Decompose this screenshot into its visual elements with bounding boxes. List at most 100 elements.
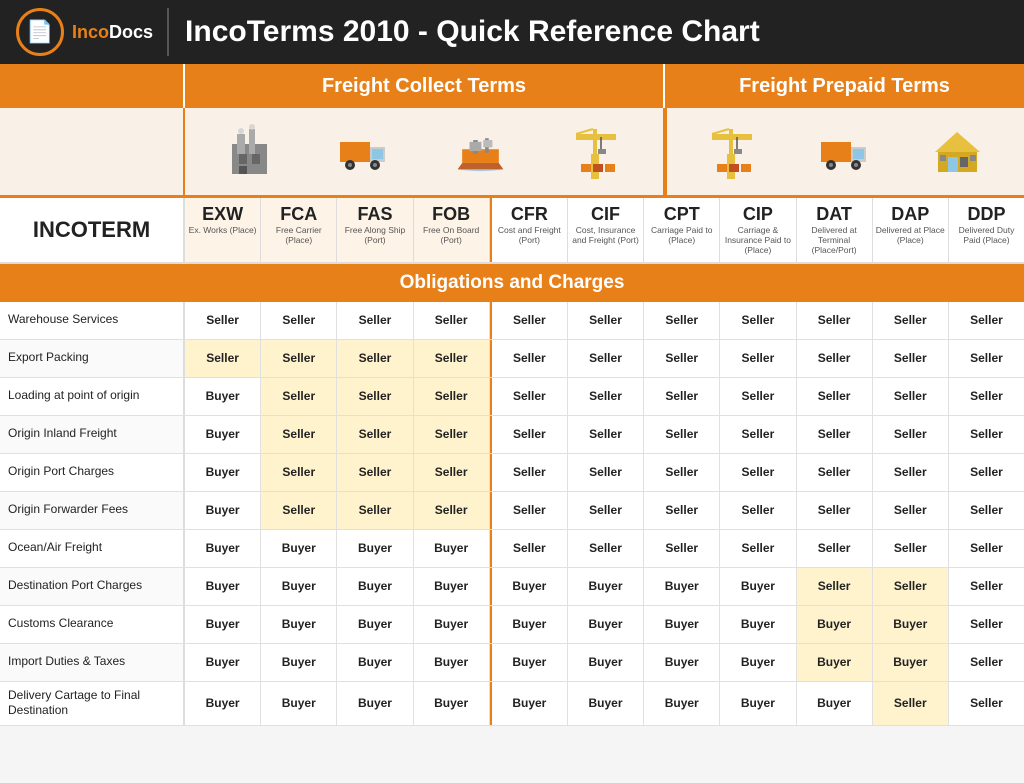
cell-buyer: Buyer: [492, 568, 568, 605]
cell-seller: Seller: [949, 568, 1024, 605]
incoterm-code-ddp: DDPDelivered Duty Paid (Place): [949, 198, 1024, 262]
cell-buyer: Buyer: [185, 682, 261, 725]
incoterm-code-dap: DAPDelivered at Place (Place): [873, 198, 949, 262]
incoterm-code-fca: FCAFree Carrier (Place): [261, 198, 337, 262]
incoterm-code-cpt: CPTCarriage Paid to (Place): [644, 198, 720, 262]
warehouse-illustration: [930, 127, 985, 177]
cell-seller: Seller: [568, 340, 644, 377]
row-cells: SellerSellerSellerSellerSellerSellerSell…: [185, 302, 1024, 339]
prepaid-crane-illustration: [707, 124, 757, 179]
cell-seller: Seller: [873, 454, 949, 491]
cell-seller: Seller: [492, 530, 568, 567]
collect-illustrations: [185, 108, 665, 195]
page-title: IncoTerms 2010 - Quick Reference Chart: [185, 15, 760, 49]
cell-buyer: Buyer: [185, 454, 261, 491]
freight-header: Freight Collect Terms Freight Prepaid Te…: [0, 64, 1024, 108]
row-label: Origin Inland Freight: [0, 416, 185, 453]
cell-seller: Seller: [873, 682, 949, 725]
row-label: Origin Port Charges: [0, 454, 185, 491]
row-label: Ocean/Air Freight: [0, 530, 185, 567]
incoterm-code-fob: FOBFree On Board (Port): [414, 198, 490, 262]
cell-buyer: Buyer: [720, 568, 796, 605]
cell-seller: Seller: [644, 454, 720, 491]
cell-buyer: Buyer: [261, 568, 337, 605]
table-row: Warehouse ServicesSellerSellerSellerSell…: [0, 302, 1024, 340]
row-label: Loading at point of origin: [0, 378, 185, 415]
table-row: Origin Port ChargesBuyerSellerSellerSell…: [0, 454, 1024, 492]
row-cells: BuyerSellerSellerSellerSellerSellerSelle…: [185, 454, 1024, 491]
cell-buyer: Buyer: [720, 644, 796, 681]
logo-area: 📄 IncoDocs: [16, 8, 169, 56]
cell-seller: Seller: [720, 492, 796, 529]
cell-seller: Seller: [337, 454, 413, 491]
row-cells: BuyerBuyerBuyerBuyerBuyerBuyerBuyerBuyer…: [185, 568, 1024, 605]
incoterm-codes-row: INCOTERM EXWEx. Works (Place)FCAFree Car…: [0, 198, 1024, 264]
cell-seller: Seller: [797, 378, 873, 415]
cell-buyer: Buyer: [261, 644, 337, 681]
cell-seller: Seller: [414, 454, 490, 491]
cell-seller: Seller: [492, 378, 568, 415]
cell-seller: Seller: [797, 530, 873, 567]
cell-buyer: Buyer: [185, 530, 261, 567]
cell-seller: Seller: [568, 492, 644, 529]
freight-prepaid-label: Freight Prepaid Terms: [665, 64, 1024, 108]
cell-seller: Seller: [949, 340, 1024, 377]
cell-seller: Seller: [949, 682, 1024, 725]
cell-seller: Seller: [644, 416, 720, 453]
cell-seller: Seller: [949, 302, 1024, 339]
table-row: Import Duties & TaxesBuyerBuyerBuyerBuye…: [0, 644, 1024, 682]
obligations-header: Obligations and Charges: [0, 264, 1024, 302]
cell-seller: Seller: [873, 530, 949, 567]
cell-buyer: Buyer: [337, 568, 413, 605]
row-cells: BuyerSellerSellerSellerSellerSellerSelle…: [185, 416, 1024, 453]
cell-buyer: Buyer: [414, 606, 490, 643]
cell-seller: Seller: [797, 454, 873, 491]
row-label: Delivery Cartage to Final Destination: [0, 682, 185, 725]
cell-seller: Seller: [261, 492, 337, 529]
cell-seller: Seller: [797, 492, 873, 529]
cell-buyer: Buyer: [568, 568, 644, 605]
cell-buyer: Buyer: [720, 606, 796, 643]
cell-buyer: Buyer: [568, 682, 644, 725]
logo-text: IncoDocs: [72, 22, 153, 43]
cell-buyer: Buyer: [414, 530, 490, 567]
cell-seller: Seller: [414, 416, 490, 453]
cell-buyer: Buyer: [337, 530, 413, 567]
cell-buyer: Buyer: [568, 644, 644, 681]
row-cells: BuyerBuyerBuyerBuyerBuyerBuyerBuyerBuyer…: [185, 682, 1024, 725]
cell-seller: Seller: [414, 340, 490, 377]
cell-seller: Seller: [873, 568, 949, 605]
cell-seller: Seller: [337, 378, 413, 415]
prepaid-illustrations: [667, 108, 1024, 195]
cell-seller: Seller: [873, 492, 949, 529]
cell-buyer: Buyer: [797, 606, 873, 643]
cell-buyer: Buyer: [492, 682, 568, 725]
cell-buyer: Buyer: [337, 606, 413, 643]
cell-buyer: Buyer: [185, 378, 261, 415]
cell-buyer: Buyer: [185, 492, 261, 529]
cell-seller: Seller: [261, 340, 337, 377]
cell-buyer: Buyer: [873, 606, 949, 643]
cell-seller: Seller: [949, 416, 1024, 453]
prepaid-truck-illustration: [816, 132, 871, 172]
cell-buyer: Buyer: [261, 682, 337, 725]
cell-seller: Seller: [797, 340, 873, 377]
cell-seller: Seller: [492, 492, 568, 529]
cell-buyer: Buyer: [797, 644, 873, 681]
cell-buyer: Buyer: [720, 682, 796, 725]
cell-seller: Seller: [720, 340, 796, 377]
cell-buyer: Buyer: [261, 606, 337, 643]
cell-buyer: Buyer: [414, 568, 490, 605]
cell-seller: Seller: [949, 644, 1024, 681]
cell-seller: Seller: [414, 492, 490, 529]
incoterm-main-label: INCOTERM: [0, 198, 185, 262]
cell-seller: Seller: [261, 378, 337, 415]
obligations-table: Warehouse ServicesSellerSellerSellerSell…: [0, 302, 1024, 726]
header: 📄 IncoDocs IncoTerms 2010 - Quick Refere…: [0, 0, 1024, 64]
incoterm-code-dat: DATDelivered at Terminal (Place/Port): [797, 198, 873, 262]
cell-seller: Seller: [797, 416, 873, 453]
cell-buyer: Buyer: [873, 644, 949, 681]
cell-seller: Seller: [261, 454, 337, 491]
cell-buyer: Buyer: [644, 644, 720, 681]
cell-buyer: Buyer: [414, 644, 490, 681]
